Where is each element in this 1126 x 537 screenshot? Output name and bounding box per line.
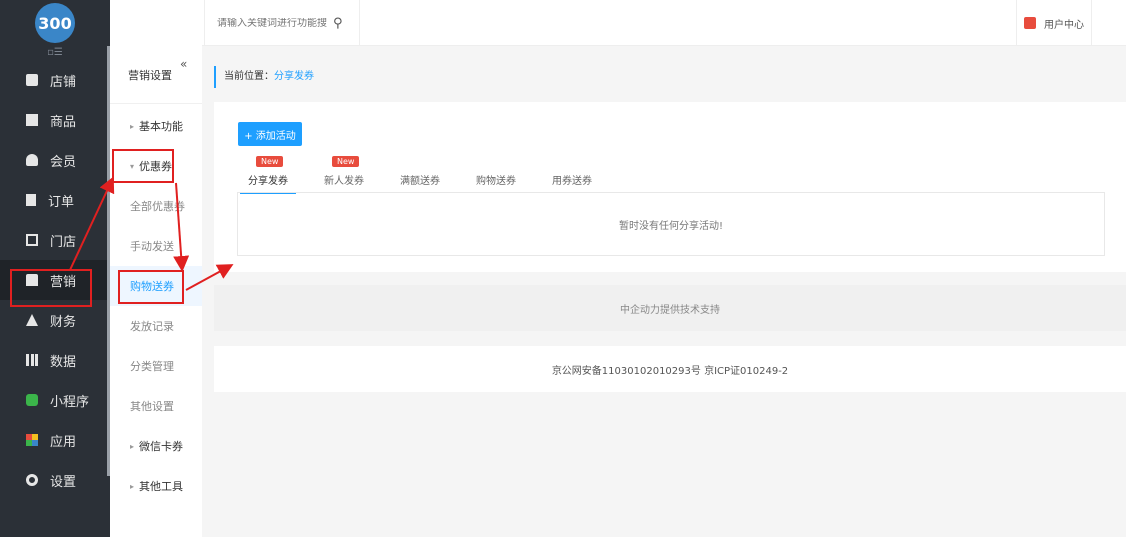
subnav-item-wechat-card[interactable]: 微信卡券: [110, 426, 202, 466]
new-badge: New: [256, 156, 284, 167]
breadcrumb-current[interactable]: 分享发券: [274, 71, 314, 82]
breadcrumb: 当前位置：分享发券: [214, 66, 314, 88]
goods-icon: [26, 114, 38, 126]
tab-newcomer-coupon[interactable]: New 新人发券: [324, 156, 364, 190]
sidebar-item-order[interactable]: 订单: [0, 180, 110, 220]
sidebar-item-goods[interactable]: 商品: [0, 100, 110, 140]
sidebar-item-settings[interactable]: 设置: [0, 460, 110, 500]
main-panel: + 添加活动 New 分享发券 New 新人发券 满额送券 购物送券 用券送券 …: [214, 102, 1126, 272]
data-icon: [26, 354, 38, 366]
empty-state: 暂时没有任何分享活动!: [237, 192, 1105, 256]
coupon-tabs: New 分享发券 New 新人发券 满额送券 购物送券 用券送券: [240, 156, 628, 194]
shop-icon: [26, 234, 38, 246]
subnav-item-basic[interactable]: 基本功能: [110, 106, 202, 146]
sidebar-item-miniapp[interactable]: 小程序: [0, 380, 110, 420]
tab-label: 新人发券: [324, 176, 364, 187]
top-bar: ⌂ ≡ ⚲ 用户中心: [110, 0, 1126, 46]
fold-icon[interactable]: ▫☰: [0, 46, 110, 60]
tab-share-coupon[interactable]: New 分享发券: [240, 156, 296, 194]
sidebar-item-store[interactable]: 店铺: [0, 60, 110, 100]
breadcrumb-prefix: 当前位置：: [224, 71, 274, 82]
tab-label: 满额送券: [400, 176, 440, 187]
miniapp-icon: [26, 394, 38, 406]
tab-use-coupon[interactable]: 用券送券: [552, 162, 592, 190]
tab-label: 用券送券: [552, 176, 592, 187]
tab-label: 购物送券: [476, 176, 516, 187]
user-center-icon: [1024, 17, 1036, 29]
logo[interactable]: 300: [0, 0, 110, 46]
annotation-box-coupon: [112, 149, 174, 183]
new-badge: New: [332, 156, 360, 167]
sidebar-item-apps[interactable]: 应用: [0, 420, 110, 460]
subnav-item-manual-send[interactable]: 手动发送: [110, 226, 202, 266]
annotation-box-shopping-coupon: [118, 270, 184, 304]
subnav-item-records[interactable]: 发放记录: [110, 306, 202, 346]
icp-footer: 京公网安备11030102010293号 京ICP证010249-2: [214, 346, 1126, 392]
tab-shopping-coupon[interactable]: 购物送券: [476, 162, 516, 190]
sidebar-item-member[interactable]: 会员: [0, 140, 110, 180]
order-icon: [26, 194, 36, 206]
tech-support-footer: 中企动力提供技术支持: [214, 285, 1126, 331]
finance-icon: [26, 314, 38, 326]
sidebar-item-shop[interactable]: 门店: [0, 220, 110, 260]
tab-label: 分享发券: [248, 176, 288, 187]
search-icon[interactable]: ⚲: [333, 16, 343, 31]
logo-badge: 300: [35, 3, 75, 43]
collapse-subnav-icon[interactable]: «: [180, 57, 202, 87]
user-center-button[interactable]: 用户中心: [1016, 0, 1092, 46]
subnav-item-other-tools[interactable]: 其他工具: [110, 466, 202, 506]
sidebar-item-data[interactable]: 数据: [0, 340, 110, 380]
search-box: ⚲: [204, 0, 360, 46]
store-icon: [26, 74, 38, 86]
member-icon: [26, 154, 38, 166]
subnav-item-other-settings[interactable]: 其他设置: [110, 386, 202, 426]
settings-icon: [26, 474, 38, 486]
annotation-box-marketing: [10, 269, 92, 307]
subnav-item-all-coupons[interactable]: 全部优惠券: [110, 186, 202, 226]
subnav-item-category[interactable]: 分类管理: [110, 346, 202, 386]
apps-icon: [26, 434, 38, 446]
search-input[interactable]: [217, 17, 327, 29]
user-center-label: 用户中心: [1044, 19, 1084, 31]
tab-full-amount-coupon[interactable]: 满额送券: [400, 162, 440, 190]
add-activity-button[interactable]: + 添加活动: [238, 122, 302, 146]
